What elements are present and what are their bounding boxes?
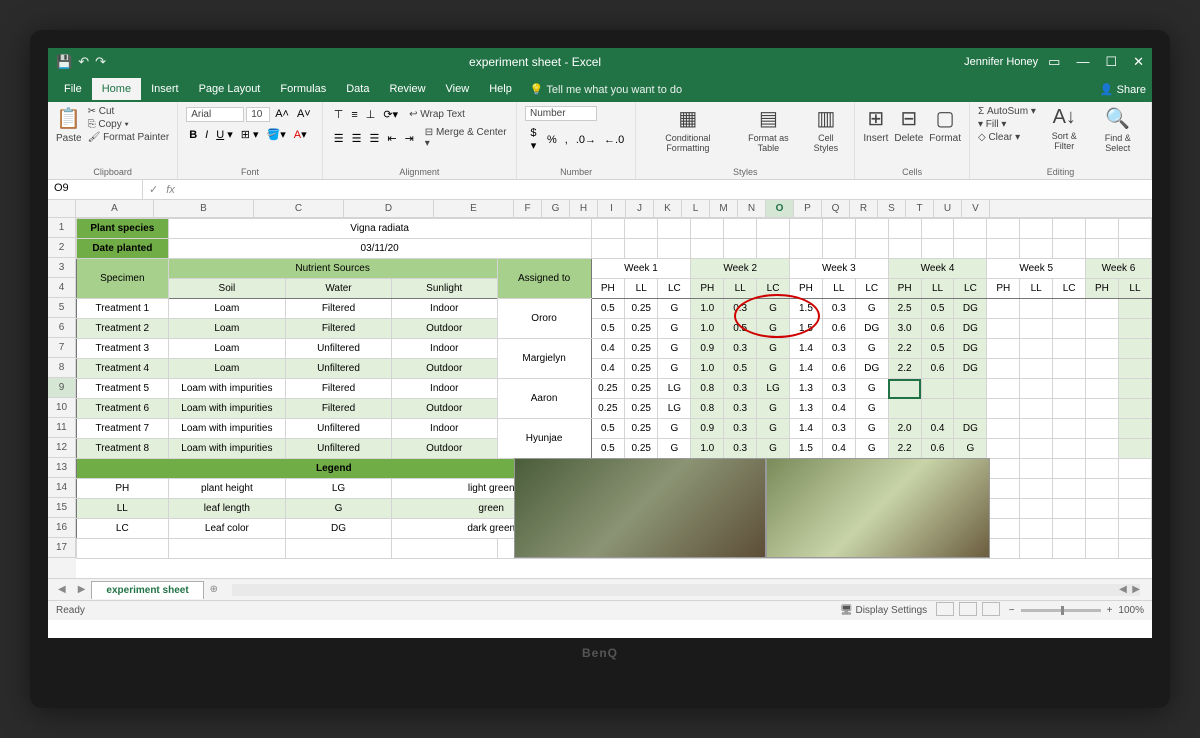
- inc-decimal-button[interactable]: .0→: [573, 132, 599, 148]
- indent-dec-button[interactable]: ⇤: [384, 130, 399, 147]
- cut-button[interactable]: ✂ Cut: [88, 106, 170, 117]
- tab-page-layout[interactable]: Page Layout: [189, 78, 271, 100]
- normal-view-button[interactable]: [936, 602, 954, 616]
- formula-bar[interactable]: ✓fx: [143, 180, 1152, 199]
- status-ready: Ready: [56, 605, 840, 616]
- display-settings-button[interactable]: 🖥 Display Settings: [840, 605, 927, 616]
- tab-home[interactable]: Home: [92, 78, 141, 100]
- user-name[interactable]: Jennifer Honey: [964, 56, 1038, 68]
- tab-help[interactable]: Help: [479, 78, 522, 100]
- undo-icon[interactable]: ↶: [78, 54, 89, 70]
- monitor-brand: BenQ: [48, 638, 1152, 668]
- horizontal-scroll[interactable]: ◀ ▶: [232, 584, 1140, 596]
- comma-button[interactable]: ,: [562, 132, 571, 148]
- format-table-button[interactable]: ▤Format as Table: [737, 106, 799, 153]
- menubar: File Home Insert Page Layout Formulas Da…: [48, 76, 1152, 102]
- merge-center-button[interactable]: ⊟ Merge & Center ▾: [425, 127, 508, 149]
- autosum-button[interactable]: Σ AutoSum ▾: [978, 106, 1036, 117]
- maximize-icon[interactable]: ☐: [1105, 54, 1117, 70]
- currency-button[interactable]: $ ▾: [525, 125, 542, 154]
- align-left-button[interactable]: ☰: [331, 130, 347, 147]
- clear-button[interactable]: ◇ Clear ▾: [978, 132, 1036, 143]
- wrap-text-button[interactable]: ↩ Wrap Text: [409, 109, 465, 120]
- minimize-icon[interactable]: —: [1076, 54, 1089, 70]
- grow-font-button[interactable]: A˄: [272, 106, 292, 122]
- share-button[interactable]: 👤 Share: [1100, 83, 1146, 96]
- insert-cells-button[interactable]: ⊞Insert: [863, 106, 888, 144]
- photo-2[interactable]: [766, 458, 990, 558]
- cell-styles-button[interactable]: ▥Cell Styles: [805, 106, 846, 153]
- tab-data[interactable]: Data: [336, 78, 379, 100]
- format-painter-button[interactable]: 🖌 Format Painter: [88, 132, 170, 143]
- copy-button[interactable]: ⎘ Copy ▾: [88, 119, 170, 130]
- underline-button[interactable]: U ▾: [213, 126, 236, 143]
- status-bar: Ready 🖥 Display Settings − + 100%: [48, 600, 1152, 620]
- save-icon[interactable]: 💾: [56, 54, 72, 70]
- zoom-level[interactable]: 100%: [1118, 605, 1144, 616]
- tab-insert[interactable]: Insert: [141, 78, 189, 100]
- font-name-select[interactable]: Arial: [186, 107, 244, 122]
- titlebar: 💾 ↶ ↷ experiment sheet - Excel Jennifer …: [48, 48, 1152, 76]
- page-layout-view-button[interactable]: [959, 602, 977, 616]
- shrink-font-button[interactable]: A˅: [294, 106, 314, 122]
- close-icon[interactable]: ✕: [1133, 54, 1144, 70]
- ribbon: 📋Paste ✂ Cut ⎘ Copy ▾ 🖌 Format Painter C…: [48, 102, 1152, 180]
- grid[interactable]: Plant speciesVigna radiataDate planted03…: [76, 218, 1152, 578]
- sheet-tabs: ◀ ▶ experiment sheet ⊕ ◀ ▶: [48, 578, 1152, 600]
- align-middle-button[interactable]: ≡: [348, 107, 360, 123]
- italic-button[interactable]: I: [202, 127, 211, 143]
- tab-review[interactable]: Review: [379, 78, 435, 100]
- zoom-in-button[interactable]: +: [1107, 605, 1113, 616]
- column-headers[interactable]: ABCDEFGHIJKLMNOPQRSTUV: [48, 200, 1152, 218]
- name-box[interactable]: O9: [48, 180, 143, 199]
- sort-filter-button[interactable]: A↓Sort & Filter: [1042, 106, 1087, 151]
- font-color-button[interactable]: A▾: [291, 126, 310, 143]
- format-cells-button[interactable]: ▢Format: [929, 106, 961, 144]
- tab-nav-next[interactable]: ▶: [72, 584, 92, 595]
- photo-1[interactable]: [514, 458, 766, 558]
- border-button[interactable]: ⊞ ▾: [238, 126, 262, 143]
- find-select-button[interactable]: 🔍Find & Select: [1093, 106, 1143, 153]
- zoom-out-button[interactable]: −: [1009, 605, 1015, 616]
- font-size-select[interactable]: 10: [246, 107, 270, 122]
- redo-icon[interactable]: ↷: [95, 54, 106, 70]
- tab-file[interactable]: File: [54, 78, 92, 100]
- fill-color-button[interactable]: 🪣▾: [264, 126, 289, 143]
- orientation-button[interactable]: ⟳▾: [380, 106, 401, 123]
- delete-cells-button[interactable]: ⊟Delete: [894, 106, 923, 144]
- cond-format-button[interactable]: ▦Conditional Formatting: [644, 106, 731, 153]
- new-sheet-button[interactable]: ⊕: [204, 584, 224, 595]
- ribbon-options-icon[interactable]: ▭: [1048, 54, 1060, 70]
- dec-decimal-button[interactable]: ←.0: [601, 132, 627, 148]
- indent-inc-button[interactable]: ⇥: [402, 130, 417, 147]
- align-right-button[interactable]: ☰: [366, 130, 382, 147]
- page-break-view-button[interactable]: [982, 602, 1000, 616]
- align-center-button[interactable]: ☰: [349, 130, 365, 147]
- tab-nav-prev[interactable]: ◀: [52, 584, 72, 595]
- paste-button[interactable]: 📋Paste: [56, 106, 82, 144]
- align-bottom-button[interactable]: ⊥: [363, 106, 379, 123]
- align-top-button[interactable]: ⊤: [331, 106, 347, 123]
- tab-view[interactable]: View: [436, 78, 480, 100]
- percent-button[interactable]: %: [544, 132, 560, 148]
- sheet-tab-active[interactable]: experiment sheet: [91, 581, 203, 599]
- row-headers[interactable]: 1234567891011121314151617: [48, 218, 76, 578]
- number-format-select[interactable]: Number: [525, 106, 597, 121]
- tab-formulas[interactable]: Formulas: [270, 78, 336, 100]
- zoom-slider[interactable]: [1021, 609, 1101, 612]
- embedded-photos: [514, 458, 990, 558]
- fill-button[interactable]: ▾ Fill ▾: [978, 119, 1036, 130]
- bold-button[interactable]: B: [186, 127, 200, 143]
- tell-me[interactable]: 💡 Tell me what you want to do: [530, 83, 682, 96]
- window-title: experiment sheet - Excel: [106, 55, 964, 69]
